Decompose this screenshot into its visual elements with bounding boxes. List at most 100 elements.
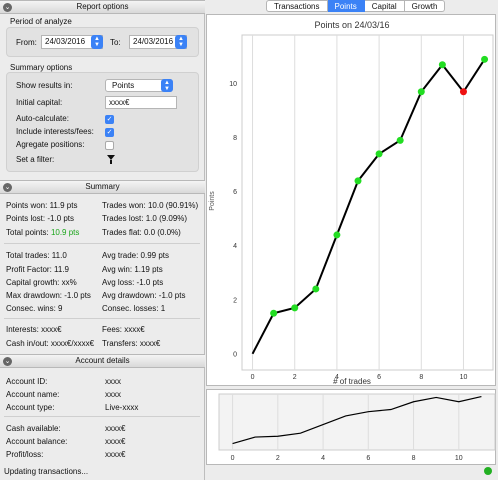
period-group-label: Period of analyze bbox=[10, 17, 72, 26]
filter-icon[interactable] bbox=[107, 155, 116, 165]
collapse-icon[interactable]: ⌄ bbox=[3, 3, 12, 12]
points-series-line bbox=[251, 58, 486, 355]
plot-frame bbox=[241, 34, 494, 371]
initial-capital-input[interactable]: xxxx€ bbox=[105, 96, 177, 109]
win-point[interactable] bbox=[396, 136, 404, 144]
consec-wins: Consec. wins: 9 bbox=[6, 304, 63, 313]
tab-growth[interactable]: Growth bbox=[404, 0, 446, 12]
account-balance-label: Account balance: bbox=[6, 437, 68, 446]
win-point[interactable] bbox=[481, 55, 489, 63]
y-tick-label: 4 bbox=[233, 243, 237, 250]
tab-bar: Transactions Points Capital Growth bbox=[266, 0, 446, 12]
loss-point[interactable] bbox=[459, 88, 467, 96]
x-tick-label: 0 bbox=[231, 455, 235, 462]
points-chart[interactable]: Points on 24/03/16 Points # of trades 02… bbox=[207, 15, 497, 387]
overview-chart-panel[interactable]: 0 2 4 6 8 10 bbox=[206, 389, 496, 465]
win-point[interactable] bbox=[417, 88, 425, 96]
account-id-label: Account ID: bbox=[6, 377, 48, 386]
account-details-header[interactable]: ⌄ Account details bbox=[0, 354, 205, 368]
tab-points[interactable]: Points bbox=[327, 0, 365, 12]
overview-chart[interactable]: 0 2 4 6 8 10 bbox=[207, 390, 497, 466]
y-tick-label: 6 bbox=[233, 189, 237, 196]
total-trades: Total trades: 11.0 bbox=[6, 251, 67, 260]
win-point[interactable] bbox=[312, 285, 320, 293]
x-tick-label: 8 bbox=[412, 455, 416, 462]
avg-loss: Avg loss: -1.0 pts bbox=[102, 278, 164, 287]
agregate-positions-checkbox[interactable] bbox=[105, 141, 114, 150]
trades-won: Trades won: 10.0 (90.91%) bbox=[102, 201, 199, 210]
total-points: Total points: 10.9 pts bbox=[6, 228, 79, 237]
win-point[interactable] bbox=[270, 309, 278, 317]
account-name-label: Account name: bbox=[6, 390, 60, 399]
avg-win: Avg win: 1.19 pts bbox=[102, 265, 163, 274]
win-point[interactable] bbox=[354, 177, 362, 185]
collapse-icon[interactable]: ⌄ bbox=[3, 357, 12, 366]
x-tick-label: 10 bbox=[455, 455, 463, 462]
set-filter-label: Set a filter: bbox=[16, 155, 55, 164]
from-label: From: bbox=[16, 38, 37, 47]
fees: Fees: xxxx€ bbox=[102, 325, 145, 334]
auto-calculate-checkbox[interactable]: ✓ bbox=[105, 115, 114, 124]
points-won: Points won: 11.9 pts bbox=[6, 201, 78, 210]
win-point[interactable] bbox=[291, 304, 299, 312]
tab-transactions[interactable]: Transactions bbox=[266, 0, 328, 12]
y-tick-label: 8 bbox=[233, 135, 237, 142]
avg-drawdown: Avg drawdown: -1.0 pts bbox=[102, 291, 186, 300]
x-tick-label: 4 bbox=[335, 374, 339, 381]
x-tick-label: 10 bbox=[460, 374, 468, 381]
profit-loss-label: Profit/loss: bbox=[6, 450, 44, 459]
y-tick-label: 0 bbox=[233, 351, 237, 358]
tab-capital[interactable]: Capital bbox=[364, 0, 405, 12]
initial-capital-value: xxxx€ bbox=[109, 98, 130, 107]
chevron-updown-icon[interactable]: ▲ ▼ bbox=[161, 79, 173, 92]
left-panel: ⌄ Report options Period of analyze From:… bbox=[0, 0, 205, 480]
avg-trade: Avg trade: 0.99 pts bbox=[102, 251, 170, 260]
overview-frame bbox=[218, 393, 496, 451]
status-text: Updating transactions... bbox=[4, 467, 89, 476]
from-date-field[interactable]: 24/03/2016 ▲ ▼ bbox=[41, 35, 103, 49]
x-tick-label: 2 bbox=[293, 374, 297, 381]
cash-available-label: Cash available: bbox=[6, 424, 61, 433]
chart-area: Transactions Points Capital Growth Point… bbox=[206, 0, 498, 480]
summary-header[interactable]: ⌄ Summary bbox=[0, 180, 205, 194]
win-point[interactable] bbox=[375, 150, 383, 158]
y-tick-label: 2 bbox=[233, 297, 237, 304]
show-results-value: Points bbox=[112, 81, 135, 90]
x-tick-label: 0 bbox=[251, 374, 255, 381]
trades-lost: Trades lost: 1.0 (9.09%) bbox=[102, 214, 188, 223]
account-name-value: xxxx bbox=[105, 390, 121, 399]
interests: Interests: xxxx€ bbox=[6, 325, 62, 334]
x-tick-label: 8 bbox=[419, 374, 423, 381]
to-date-field[interactable]: 24/03/2016 ▲ ▼ bbox=[129, 35, 187, 49]
max-drawdown: Max drawdown: -1.0 pts bbox=[6, 291, 91, 300]
from-date-value: 24/03/2016 bbox=[45, 37, 86, 46]
y-axis-label: Points bbox=[209, 191, 216, 211]
collapse-icon[interactable]: ⌄ bbox=[3, 183, 12, 192]
summary-options-group-label: Summary options bbox=[10, 63, 73, 72]
from-date-stepper[interactable]: ▲ ▼ bbox=[91, 35, 103, 49]
profit-factor: Profit Factor: 11.9 bbox=[6, 265, 69, 274]
report-options-header[interactable]: ⌄ Report options bbox=[0, 0, 205, 14]
points-chart-panel[interactable]: Points on 24/03/16 Points # of trades 02… bbox=[206, 14, 496, 386]
capital-growth: Capital growth: xx% bbox=[6, 278, 77, 287]
show-results-select[interactable]: Points ▲ ▼ bbox=[105, 79, 173, 92]
divider bbox=[4, 243, 200, 244]
win-point[interactable] bbox=[333, 231, 341, 239]
account-type-value: Live-xxxx bbox=[105, 403, 139, 412]
total-points-label: Total points: bbox=[6, 228, 49, 237]
cash-in-out: Cash in/out: xxxx€/xxxx€ bbox=[6, 339, 95, 348]
include-interests-checkbox[interactable]: ✓ bbox=[105, 128, 114, 137]
total-points-value: 10.9 pts bbox=[50, 228, 80, 237]
x-tick-label: 6 bbox=[366, 455, 370, 462]
to-label: To: bbox=[110, 38, 121, 47]
to-date-stepper[interactable]: ▲ ▼ bbox=[175, 35, 187, 49]
win-point[interactable] bbox=[438, 61, 446, 69]
account-id-value: xxxx bbox=[105, 377, 121, 386]
y-tick-label: 10 bbox=[229, 81, 237, 88]
account-balance-value: xxxx€ bbox=[105, 437, 126, 446]
summary-options-group: Show results in: Points ▲ ▼ Initial capit… bbox=[6, 72, 199, 172]
points-lost: Points lost: -1.0 pts bbox=[6, 214, 75, 223]
transfers: Transfers: xxxx€ bbox=[102, 339, 161, 348]
period-group: From: 24/03/2016 ▲ ▼ To: 24/03/2016 ▲ ▼ bbox=[6, 27, 199, 57]
agregate-positions-label: Agregate positions: bbox=[16, 140, 85, 149]
